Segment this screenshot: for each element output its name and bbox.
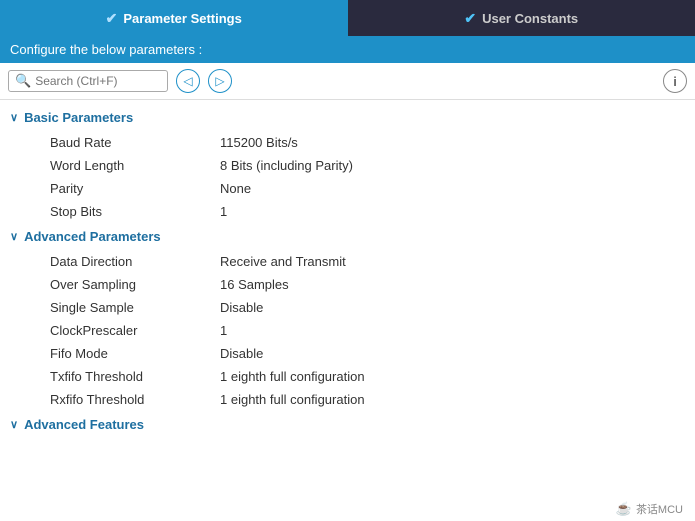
param-name-stop-bits: Stop Bits (50, 204, 220, 219)
param-name-single-sample: Single Sample (50, 300, 220, 315)
chevron-features-icon: ∨ (10, 418, 18, 431)
param-value-txfifo-threshold: 1 eighth full configuration (220, 369, 365, 384)
info-icon: i (673, 74, 677, 89)
watermark-text: 茶话MCU (636, 501, 683, 517)
watermark-icon: ☕ (616, 501, 632, 517)
table-row: Stop Bits 1 (0, 200, 695, 223)
section-basic-label: Basic Parameters (24, 110, 133, 125)
param-name-parity: Parity (50, 181, 220, 196)
table-row: Word Length 8 Bits (including Parity) (0, 154, 695, 177)
param-value-baud-rate: 115200 Bits/s (220, 135, 298, 150)
param-name-clock-prescaler: ClockPrescaler (50, 323, 220, 338)
search-bar: 🔍 ◁ ▷ i (0, 63, 695, 100)
basic-params-list: Baud Rate 115200 Bits/s Word Length 8 Bi… (0, 131, 695, 223)
chevron-advanced-icon: ∨ (10, 230, 18, 243)
param-name-data-direction: Data Direction (50, 254, 220, 269)
table-row: Over Sampling 16 Samples (0, 273, 695, 296)
param-value-word-length: 8 Bits (including Parity) (220, 158, 353, 173)
chevron-basic-icon: ∨ (10, 111, 18, 124)
watermark: ☕ 茶话MCU (604, 497, 695, 521)
table-row: Fifo Mode Disable (0, 342, 695, 365)
search-wrapper[interactable]: 🔍 (8, 70, 168, 92)
nav-next-button[interactable]: ▷ (208, 69, 232, 93)
nav-right-icon: ▷ (215, 74, 224, 88)
param-name-word-length: Word Length (50, 158, 220, 173)
tab-user-constants[interactable]: ✔ User Constants (348, 0, 695, 36)
param-name-rxfifo-threshold: Rxfifo Threshold (50, 392, 220, 407)
tab-parameter-settings-label: Parameter Settings (123, 11, 242, 26)
header-text: Configure the below parameters : (10, 42, 202, 57)
info-button[interactable]: i (663, 69, 687, 93)
advanced-params-list: Data Direction Receive and Transmit Over… (0, 250, 695, 411)
param-name-baud-rate: Baud Rate (50, 135, 220, 150)
param-value-parity: None (220, 181, 251, 196)
section-features-label: Advanced Features (24, 417, 144, 432)
param-name-txfifo-threshold: Txfifo Threshold (50, 369, 220, 384)
table-row: Parity None (0, 177, 695, 200)
header-bar: Configure the below parameters : (0, 36, 695, 63)
tab-check-icon: ✔ (106, 10, 118, 27)
param-value-data-direction: Receive and Transmit (220, 254, 346, 269)
table-row: Baud Rate 115200 Bits/s (0, 131, 695, 154)
tab-bar: ✔ Parameter Settings ✔ User Constants (0, 0, 695, 36)
param-value-over-sampling: 16 Samples (220, 277, 289, 292)
param-name-fifo-mode: Fifo Mode (50, 346, 220, 361)
tab-user-constants-label: User Constants (482, 11, 578, 26)
param-value-stop-bits: 1 (220, 204, 227, 219)
table-row: Rxfifo Threshold 1 eighth full configura… (0, 388, 695, 411)
table-row: Data Direction Receive and Transmit (0, 250, 695, 273)
section-advanced-features[interactable]: ∨ Advanced Features (0, 411, 695, 438)
tab-check-icon-2: ✔ (464, 10, 476, 27)
table-row: ClockPrescaler 1 (0, 319, 695, 342)
section-advanced-parameters[interactable]: ∨ Advanced Parameters (0, 223, 695, 250)
table-row: Txfifo Threshold 1 eighth full configura… (0, 365, 695, 388)
tab-parameter-settings[interactable]: ✔ Parameter Settings (0, 0, 348, 36)
section-advanced-label: Advanced Parameters (24, 229, 161, 244)
nav-prev-button[interactable]: ◁ (176, 69, 200, 93)
param-name-over-sampling: Over Sampling (50, 277, 220, 292)
param-value-rxfifo-threshold: 1 eighth full configuration (220, 392, 365, 407)
section-basic-parameters[interactable]: ∨ Basic Parameters (0, 104, 695, 131)
table-row: Single Sample Disable (0, 296, 695, 319)
nav-left-icon: ◁ (183, 74, 192, 88)
param-value-clock-prescaler: 1 (220, 323, 227, 338)
search-input[interactable] (35, 74, 155, 88)
param-value-fifo-mode: Disable (220, 346, 263, 361)
param-value-single-sample: Disable (220, 300, 263, 315)
search-icon: 🔍 (15, 73, 31, 89)
content-area: ∨ Basic Parameters Baud Rate 115200 Bits… (0, 100, 695, 442)
